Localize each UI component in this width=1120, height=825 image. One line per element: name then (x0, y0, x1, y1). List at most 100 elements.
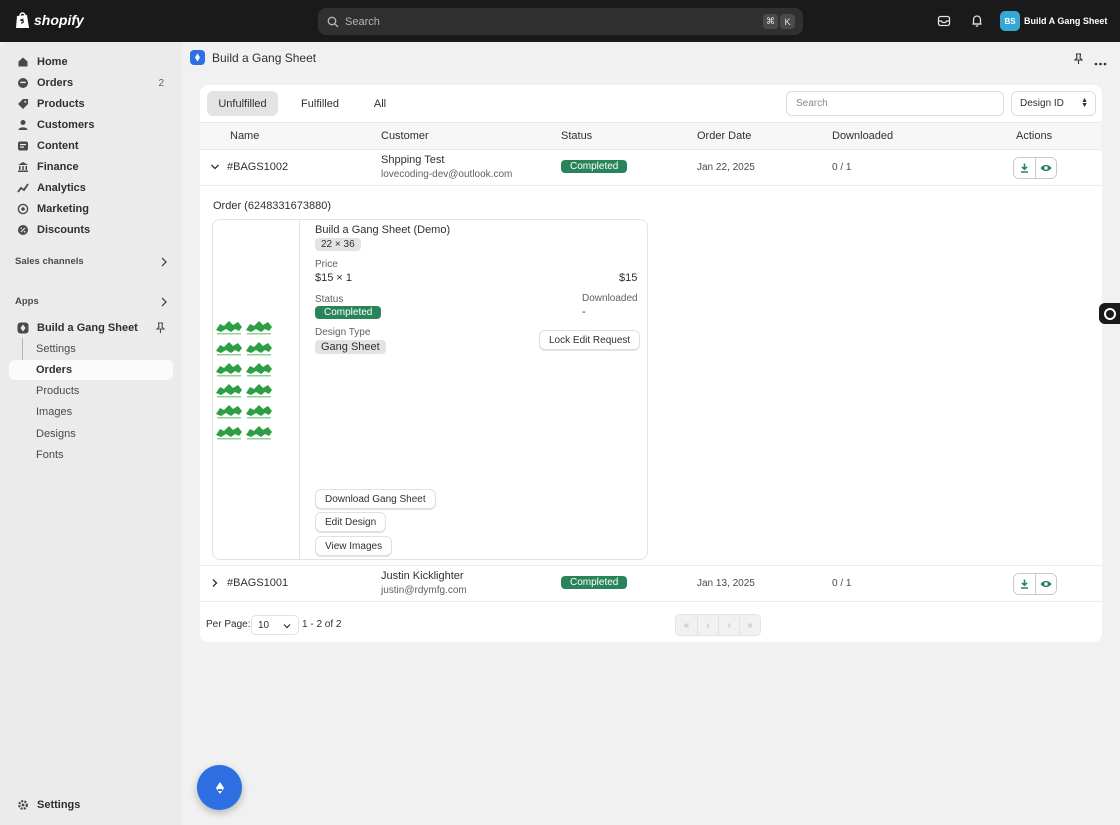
sidebar-item-label: Marketing (37, 203, 89, 215)
eye-icon (1040, 165, 1052, 171)
download-gang-sheet-button[interactable]: Download Gang Sheet (315, 489, 436, 509)
pin-icon[interactable] (1073, 53, 1084, 68)
chevron-down-icon (283, 621, 291, 632)
price-label: Price (315, 259, 338, 270)
downloaded-value: - (582, 306, 586, 318)
sidebar-sub-item-fonts[interactable]: Fonts (9, 445, 173, 465)
chevron-right-icon[interactable] (160, 297, 168, 310)
design-id-select[interactable]: Design ID ▲ ▼ (1011, 91, 1096, 116)
tab-all[interactable]: All (363, 91, 397, 116)
row-actions (1013, 157, 1057, 179)
sidebar-item-build-a-gang-sheet[interactable]: Build a Gang Sheet (9, 318, 173, 338)
app-launcher-button[interactable] (197, 765, 242, 810)
order-date: Jan 13, 2025 (697, 578, 755, 589)
sidebar-item-analytics[interactable]: Analytics (9, 178, 173, 198)
column-header-name[interactable]: Name (230, 130, 259, 142)
sidebar-sub-item-products[interactable]: Products (9, 381, 173, 401)
global-search-input[interactable]: Search ⌘ K (318, 8, 803, 35)
order-id-label: Order (6248331673880) (213, 200, 332, 212)
first-page-button[interactable]: « (676, 615, 697, 635)
top-bar: shopify Search ⌘ K BS Build A Gang Sheet (0, 0, 1120, 42)
sidebar-item-home[interactable]: Home (9, 52, 173, 72)
sidebar-item-orders[interactable]: Orders 2 (9, 73, 173, 93)
per-page-select[interactable]: 10 (251, 615, 299, 635)
sidebar-item-label: Settings (37, 799, 81, 811)
sidebar-item-label: Discounts (37, 224, 91, 236)
sidebar-sub-item-images[interactable]: Images (9, 402, 173, 422)
analytics-icon (13, 182, 33, 194)
side-widget-button[interactable] (1099, 303, 1120, 324)
download-button[interactable] (1014, 574, 1035, 594)
chevron-down-icon[interactable] (210, 162, 220, 174)
order-name[interactable]: #BAGS1001 (227, 577, 288, 589)
select-value: Design ID (1020, 98, 1064, 109)
pin-icon[interactable] (155, 322, 166, 337)
sales-channels-heading[interactable]: Sales channels (15, 256, 84, 267)
column-header-order-date[interactable]: Order Date (697, 130, 751, 142)
next-page-button[interactable]: › (718, 615, 739, 635)
sidebar-item-products[interactable]: Products (9, 94, 173, 114)
discount-icon (13, 224, 33, 236)
sidebar-item-label: Analytics (37, 182, 86, 194)
column-header-customer[interactable]: Customer (381, 130, 429, 142)
thumbnail-artwork (215, 318, 273, 441)
row-actions (1013, 573, 1057, 595)
chevron-right-icon[interactable] (160, 257, 168, 270)
sidebar-sub-item-designs[interactable]: Designs (9, 424, 173, 444)
last-page-button[interactable]: » (739, 615, 760, 635)
inbox-icon[interactable] (936, 13, 952, 29)
column-header-status[interactable]: Status (561, 130, 592, 142)
pagination-range: 1 - 2 of 2 (302, 619, 342, 630)
gang-sheet-thumbnail[interactable] (213, 220, 300, 559)
store-menu[interactable]: BS Build A Gang Sheet (1000, 11, 1107, 31)
view-button[interactable] (1035, 574, 1056, 594)
store-avatar: BS (1000, 11, 1020, 31)
shortcut-key-cmd: ⌘ (763, 14, 778, 29)
sidebar-item-finance[interactable]: Finance (9, 157, 173, 177)
shopify-bag-icon (16, 12, 29, 28)
sidebar-sub-item-settings[interactable]: Settings (9, 339, 173, 359)
order-name[interactable]: #BAGS1002 (227, 161, 288, 173)
previous-page-button[interactable]: ‹ (697, 615, 718, 635)
per-page-label: Per Page: (206, 619, 251, 630)
apps-heading[interactable]: Apps (15, 296, 39, 307)
downloaded-count: 0 / 1 (832, 578, 852, 589)
table-header: Name Customer Status Order Date Download… (200, 122, 1102, 150)
more-options-icon[interactable] (1094, 57, 1107, 69)
lock-edit-request-button[interactable]: Lock Edit Request (539, 330, 641, 350)
tab-fulfilled[interactable]: Fulfilled (285, 91, 355, 116)
status-badge-text: Completed (315, 306, 382, 319)
app-logo-icon (215, 781, 224, 794)
downloaded-label: Downloaded (582, 293, 638, 304)
search-placeholder: Search (345, 15, 380, 28)
status-badge-text: Completed (561, 160, 628, 173)
table-row[interactable]: #BAGS1002 Shpping Test lovecoding-dev@ou… (200, 150, 1102, 186)
design-type-label: Design Type (315, 327, 371, 338)
design-type-text: Gang Sheet (315, 340, 386, 354)
sidebar-item-customers[interactable]: Customers (9, 115, 173, 135)
sidebar-sub-item-orders[interactable]: Orders (9, 360, 173, 380)
column-header-downloaded[interactable]: Downloaded (832, 130, 893, 142)
table-row[interactable]: #BAGS1001 Justin Kicklighter justin@rdym… (200, 566, 1102, 602)
shopify-logo[interactable]: shopify (15, 11, 84, 29)
download-button[interactable] (1014, 158, 1035, 178)
orders-search-input[interactable]: Search (786, 91, 1004, 116)
size-badge: 22 × 36 (315, 238, 361, 251)
sidebar-item-settings[interactable]: Settings (9, 795, 173, 815)
view-images-button[interactable]: View Images (315, 536, 393, 556)
chevron-right-icon[interactable] (210, 578, 220, 591)
store-name: Build A Gang Sheet (1024, 16, 1108, 26)
sidebar-item-marketing[interactable]: Marketing (9, 199, 173, 219)
app-icon (13, 322, 33, 334)
sidebar-item-label: Orders (37, 77, 74, 89)
view-button[interactable] (1035, 158, 1056, 178)
updown-icon: ▲ ▼ (1081, 97, 1088, 109)
sidebar-item-discounts[interactable]: Discounts (9, 220, 173, 240)
edit-design-button[interactable]: Edit Design (315, 512, 387, 532)
line-total: $15 (619, 272, 638, 284)
search-icon (327, 16, 339, 27)
sidebar-item-content[interactable]: Content (9, 136, 173, 156)
bell-icon[interactable] (969, 13, 985, 29)
bank-icon (13, 161, 33, 173)
tab-unfulfilled[interactable]: Unfulfilled (207, 91, 278, 116)
